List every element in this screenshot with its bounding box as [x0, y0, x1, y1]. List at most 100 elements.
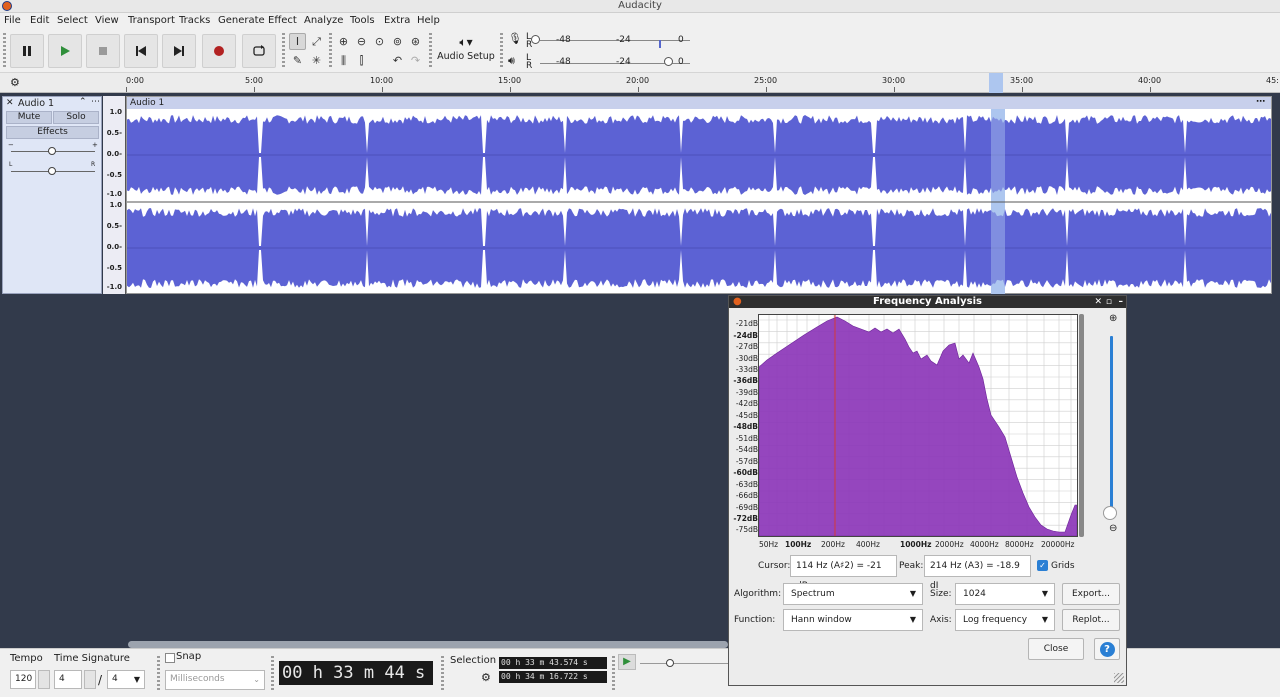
time-display[interactable]: 00 h 33 m 44 s	[279, 661, 433, 685]
snap-unit-select[interactable]: Milliseconds ⌄	[165, 670, 265, 690]
audio-setup-button[interactable]: 🔈︎▾ Audio Setup	[437, 33, 495, 69]
menu-generate[interactable]: Generate	[218, 14, 265, 28]
close-icon[interactable]: ✕	[1094, 296, 1102, 308]
spectrum-plot[interactable]	[758, 314, 1078, 537]
silence-audio-icon[interactable]: ⫿	[353, 52, 370, 69]
snap-checkbox[interactable]	[165, 653, 175, 663]
plot-scrollbar[interactable]	[1079, 314, 1084, 537]
record-meter-knob[interactable]	[531, 35, 540, 44]
toolbar-grip[interactable]	[329, 33, 332, 69]
close-track-icon[interactable]: ✕	[6, 98, 14, 108]
loop-button[interactable]	[242, 34, 276, 68]
microphone-icon[interactable]: 🎙︎	[508, 32, 522, 45]
stop-button[interactable]	[86, 34, 120, 68]
fit-project-icon[interactable]: ⊚	[389, 33, 406, 50]
toolbar-grip[interactable]	[282, 33, 285, 69]
menu-help[interactable]: Help	[417, 14, 440, 28]
menu-tools[interactable]: Tools	[350, 14, 375, 28]
menu-effect[interactable]: Effect	[268, 14, 297, 28]
close-button[interactable]: Close	[1028, 638, 1084, 660]
grids-checkbox[interactable]: ✓	[1037, 560, 1048, 571]
toolbar-grip[interactable]	[157, 656, 160, 692]
time-sig-denominator[interactable]: 4 ▼	[107, 670, 145, 689]
time-sig-stepper[interactable]	[84, 670, 96, 689]
selection-tool-icon[interactable]: I	[289, 33, 306, 50]
tempo-stepper[interactable]	[38, 670, 50, 689]
skip-end-button[interactable]	[162, 34, 196, 68]
waveform[interactable]	[127, 109, 1271, 294]
record-button[interactable]	[202, 34, 236, 68]
maximize-icon[interactable]: ▫	[1106, 296, 1112, 308]
skip-start-button[interactable]	[124, 34, 158, 68]
menu-extra[interactable]: Extra	[384, 14, 410, 28]
fit-selection-icon[interactable]: ⊙	[371, 33, 388, 50]
multi-tool-icon[interactable]: ✳	[308, 52, 325, 69]
amplitude-scale[interactable]: 1.0 0.5- 0.0- -0.5 -1.0 1.0 0.5- 0.0- -0…	[103, 96, 126, 294]
vertical-zoom-slider[interactable]	[1110, 336, 1113, 511]
pause-button[interactable]	[10, 34, 44, 68]
play-meter-knob[interactable]	[664, 57, 673, 66]
play-button[interactable]	[48, 34, 82, 68]
zoom-toggle-icon[interactable]: ⊛	[407, 33, 424, 50]
peak-field[interactable]: 214 Hz (A3) = -18.9 dI	[924, 555, 1031, 591]
cursor-field[interactable]: 114 Hz (A♯2) = -21 dB	[790, 555, 897, 591]
zoom-out-icon[interactable]: ⊖	[353, 33, 370, 50]
play-at-speed-button[interactable]: ▶	[618, 654, 636, 670]
redo-icon[interactable]: ↷	[407, 52, 424, 69]
gear-icon[interactable]: ⚙	[481, 671, 491, 684]
size-select[interactable]: 1024 ▼	[955, 583, 1055, 605]
help-button[interactable]: ?	[1094, 638, 1120, 660]
speaker-icon[interactable]: 🔊︎	[508, 54, 515, 68]
play-speed-thumb[interactable]	[666, 659, 674, 667]
menu-edit[interactable]: Edit	[30, 14, 49, 28]
menu-tracks[interactable]: Tracks	[179, 14, 210, 28]
audio-clip[interactable]: Audio 1 ⋯	[126, 96, 1272, 294]
export-button[interactable]: Export...	[1062, 583, 1120, 605]
vertical-zoom-thumb[interactable]	[1103, 506, 1117, 520]
tempo-field[interactable]: 120	[10, 670, 36, 689]
menu-transport[interactable]: Transport	[128, 14, 175, 28]
menu-view[interactable]: View	[95, 14, 119, 28]
toolbar-grip[interactable]	[612, 656, 615, 692]
menu-analyze[interactable]: Analyze	[304, 14, 343, 28]
time-sig-numerator[interactable]: 4	[54, 670, 82, 689]
zoom-out-icon[interactable]: ⊖	[1109, 523, 1117, 534]
toolbar-grip[interactable]	[441, 656, 444, 692]
selection-start-field[interactable]: 00 h 33 m 43.574 s	[499, 657, 607, 669]
resize-grip[interactable]	[1114, 673, 1124, 683]
minimize-icon[interactable]: –	[1119, 296, 1124, 308]
zoom-in-icon[interactable]: ⊕	[1109, 313, 1117, 324]
gain-slider-thumb[interactable]	[48, 147, 56, 155]
mute-button[interactable]: Mute	[6, 111, 52, 124]
envelope-tool-icon[interactable]: ⤢	[308, 33, 325, 50]
solo-button[interactable]: Solo	[53, 111, 99, 124]
menu-select[interactable]: Select	[57, 14, 88, 28]
toolbar-grip[interactable]	[429, 33, 432, 69]
clip-title-bar[interactable]: Audio 1 ⋯	[127, 97, 1271, 109]
toolbar-grip[interactable]	[271, 656, 274, 692]
function-select[interactable]: Hann window ▼	[783, 609, 923, 631]
toolbar-grip[interactable]	[500, 33, 503, 69]
undo-icon[interactable]: ↶	[389, 52, 406, 69]
horizontal-scrollbar[interactable]	[128, 641, 728, 648]
play-speed-slider[interactable]	[640, 663, 728, 664]
pan-slider-thumb[interactable]	[48, 167, 56, 175]
timeline-ruler[interactable]: ⚙ 0:00 5:00 10:00 15:00 20:00 25:00 30:0…	[0, 73, 1280, 93]
clip-menu-icon[interactable]: ⋯	[1256, 96, 1265, 108]
axis-select[interactable]: Log frequency ▼	[955, 609, 1055, 631]
trim-audio-icon[interactable]: ⫼	[335, 52, 352, 69]
dialog-title-bar[interactable]: Frequency Analysis ● ✕ ▫ –	[729, 296, 1126, 308]
zoom-in-icon[interactable]: ⊕	[335, 33, 352, 50]
effects-button[interactable]: Effects	[6, 126, 99, 139]
algorithm-select[interactable]: Spectrum ▼	[783, 583, 923, 605]
selection-end-field[interactable]: 00 h 34 m 16.722 s	[499, 671, 607, 683]
track-name[interactable]: Audio 1	[18, 98, 54, 109]
spectrum-graph[interactable]	[758, 315, 1078, 537]
gear-icon[interactable]: ⚙	[10, 76, 20, 89]
collapse-icon[interactable]: ⌃	[79, 97, 87, 107]
toolbar-grip[interactable]	[3, 33, 6, 69]
draw-tool-icon[interactable]: ✎	[289, 52, 306, 69]
replot-button[interactable]: Replot...	[1062, 609, 1120, 631]
track-menu-icon[interactable]: ⋯	[91, 97, 100, 107]
menu-file[interactable]: File	[4, 14, 21, 28]
